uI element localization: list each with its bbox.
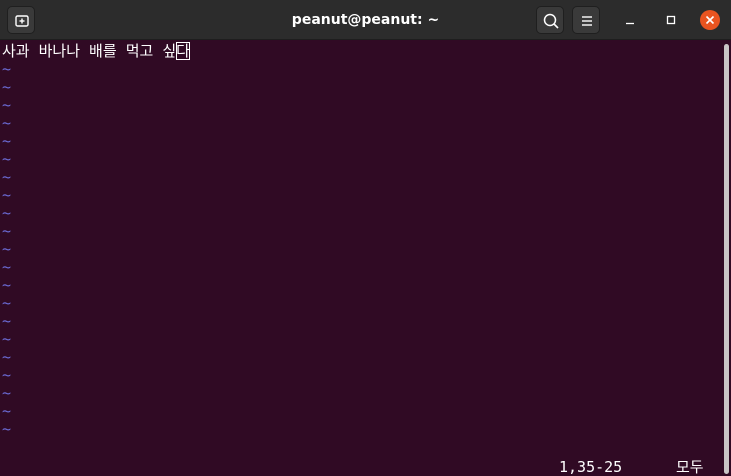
empty-line-marker: ~ [2, 402, 12, 420]
empty-line-marker: ~ [2, 132, 12, 150]
empty-line-marker: ~ [2, 384, 12, 402]
terminal-window: peanut@peanut: ~ 사과 바나나 배를 먹고 싶다 1,35-25… [0, 0, 731, 476]
scrollbar[interactable] [722, 40, 731, 476]
maximize-icon [666, 15, 676, 25]
empty-line-marker: ~ [2, 258, 12, 276]
empty-line-marker: ~ [2, 420, 12, 438]
terminal-text-area[interactable]: 사과 바나나 배를 먹고 싶다 1,35-25 모두 ~ ~ ~ ~ ~ ~ ~ ~ ~ ~ ~ ~ ~… [0, 40, 722, 476]
empty-line-marker: ~ [2, 240, 12, 258]
empty-line-marker: ~ [2, 366, 12, 384]
empty-line-marker: ~ [2, 168, 12, 186]
empty-line-marker: ~ [2, 294, 12, 312]
empty-line-marker: ~ [2, 78, 12, 96]
hamburger-menu-icon [582, 16, 592, 26]
close-button[interactable] [700, 10, 720, 30]
empty-line-marker: ~ [2, 186, 12, 204]
editor-line: 사과 바나나 배를 먹고 싶다 [2, 42, 190, 60]
empty-line-marker: ~ [2, 60, 12, 78]
text-cursor: 다 [176, 42, 190, 60]
search-button[interactable] [536, 6, 564, 34]
cursor-position: 1,35-25 [559, 458, 623, 476]
empty-line-marker: ~ [2, 96, 12, 114]
search-icon [543, 13, 559, 29]
scroll-indicator: 모두 [676, 458, 704, 476]
minimize-button[interactable] [620, 10, 640, 30]
close-icon [705, 15, 715, 25]
editor-line-text: 사과 바나나 배를 먹고 싶 [2, 42, 177, 60]
empty-line-marker: ~ [2, 276, 12, 294]
menu-button[interactable] [572, 6, 600, 34]
minimize-icon [626, 22, 634, 25]
maximize-button[interactable] [661, 10, 681, 30]
scrollbar-thumb[interactable] [724, 44, 729, 474]
title-bar[interactable]: peanut@peanut: ~ [0, 0, 731, 40]
empty-line-marker: ~ [2, 348, 12, 366]
empty-line-marker: ~ [2, 330, 12, 348]
empty-line-marker: ~ [2, 114, 12, 132]
empty-line-marker: ~ [2, 150, 12, 168]
empty-line-marker: ~ [2, 312, 12, 330]
empty-line-marker: ~ [2, 222, 12, 240]
empty-line-marker: ~ [2, 204, 12, 222]
